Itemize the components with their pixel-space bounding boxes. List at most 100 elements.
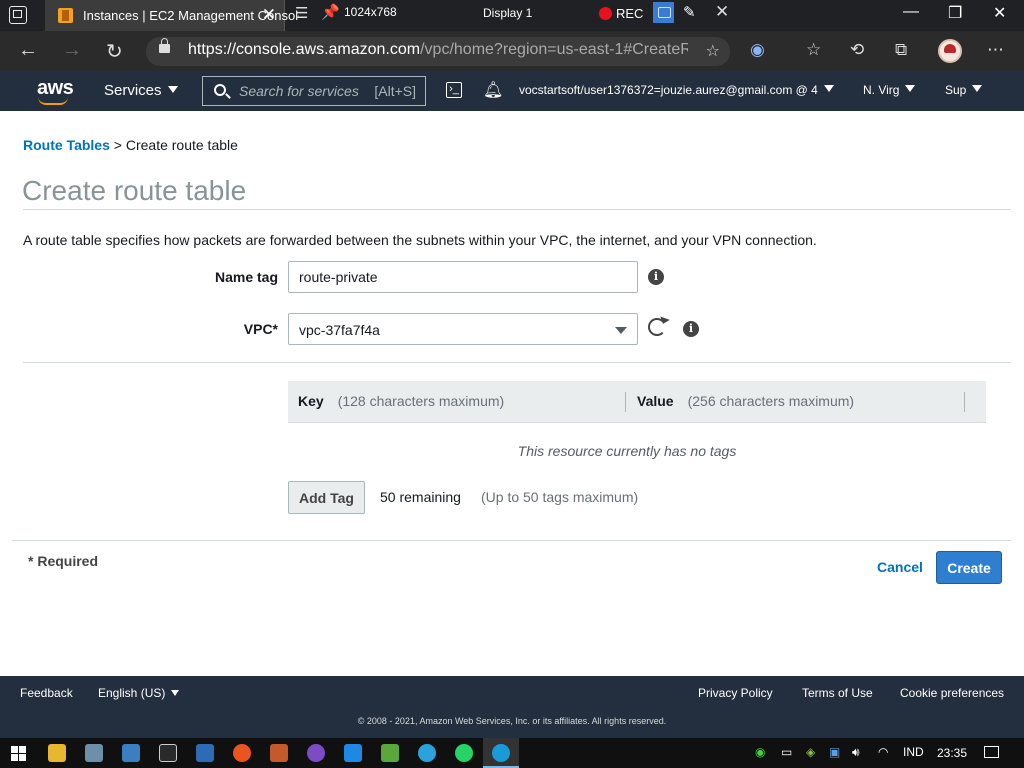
windows-start-icon[interactable]: [11, 746, 26, 761]
chevron-down-icon: [167, 86, 178, 93]
refresh-page-icon[interactable]: ↻: [106, 39, 123, 64]
breadcrumb-separator: >: [113, 137, 122, 153]
bell-icon[interactable]: 🔔︎: [483, 80, 503, 100]
vscode-icon[interactable]: [344, 744, 362, 762]
create-button[interactable]: Create: [936, 551, 1002, 584]
profile-avatar[interactable]: [938, 39, 962, 63]
page-description: A route table specifies how packets are …: [23, 232, 817, 248]
service-search[interactable]: Search for services [Alt+S]: [202, 76, 426, 106]
aws-smile-icon: [38, 97, 68, 105]
forward-icon[interactable]: →: [62, 39, 82, 62]
ubuntu-icon[interactable]: [233, 744, 251, 762]
telegram-icon[interactable]: [418, 744, 436, 762]
tab-actions-icon[interactable]: [9, 6, 27, 24]
language-select[interactable]: English (US): [98, 686, 180, 700]
battery-icon[interactable]: ▭: [781, 745, 792, 759]
github-icon[interactable]: [307, 744, 325, 762]
account-menu[interactable]: vocstartsoft/user1376372=jouzie.aurez@gm…: [519, 83, 834, 97]
recording-tray-icon[interactable]: ◉: [755, 745, 765, 759]
vpc-select[interactable]: vpc-37fa7f4a: [288, 313, 638, 345]
name-tag-label: Name tag: [214, 269, 278, 285]
menu-icon[interactable]: ☰: [295, 4, 308, 22]
history-icon[interactable]: ⟲: [850, 40, 864, 60]
minimize-icon[interactable]: —: [903, 3, 919, 21]
app-icon[interactable]: [85, 744, 103, 762]
recorder-display[interactable]: Display 1: [483, 6, 532, 20]
chevron-down-icon: [615, 327, 627, 334]
pin-icon[interactable]: 📌: [321, 3, 340, 21]
column-separator: [625, 392, 626, 412]
record-icon[interactable]: [599, 7, 612, 20]
recorder-close-icon[interactable]: ✕: [715, 2, 729, 22]
actions-divider: [12, 540, 1011, 541]
input-language[interactable]: IND: [903, 745, 924, 759]
tags-max-note: (Up to 50 tags maximum): [481, 489, 639, 505]
title-divider: [23, 209, 1011, 210]
file-explorer-icon[interactable]: [48, 744, 66, 762]
wifi-icon[interactable]: ◠: [878, 745, 888, 759]
git-icon[interactable]: [270, 744, 288, 762]
support-menu[interactable]: Sup: [945, 83, 983, 97]
tray-app-icon[interactable]: ▣: [829, 745, 840, 759]
camera-icon[interactable]: [653, 2, 674, 23]
cloudshell-icon[interactable]: ›_: [446, 82, 462, 98]
aws-favicon-icon: [58, 8, 73, 23]
browser-tab[interactable]: Instances | EC2 Management Console ✕: [45, 0, 299, 31]
breadcrumb: Route Tables > Create route table: [23, 137, 238, 153]
vpc-select-value: vpc-37fa7f4a: [299, 322, 380, 338]
clock[interactable]: 23:35: [937, 746, 967, 760]
more-options-icon[interactable]: ⋯: [987, 40, 1004, 60]
node-icon[interactable]: [381, 744, 399, 762]
breadcrumb-current: Create route table: [125, 137, 238, 153]
windows-taskbar: ◉ ▭ ◈ ▣ 🔊︎ ◠ IND 23:35: [0, 738, 1024, 768]
edge-icon[interactable]: [492, 744, 510, 762]
lock-icon[interactable]: [159, 38, 170, 53]
aws-header: aws Services Search for services [Alt+S]…: [0, 71, 1024, 111]
search-shortcut: [Alt+S]: [374, 83, 416, 99]
tags-remaining: 50 remaining: [380, 489, 461, 505]
tray-app-icon[interactable]: ◈: [806, 745, 815, 759]
address-bar[interactable]: https://console.aws.amazon.com/vpc/home?…: [146, 37, 730, 66]
cancel-button[interactable]: Cancel: [877, 559, 923, 575]
terms-link[interactable]: Terms of Use: [802, 686, 873, 700]
copyright: © 2008 - 2021, Amazon Web Services, Inc.…: [357, 716, 667, 726]
column-separator: [964, 392, 965, 412]
pen-icon[interactable]: ✎: [683, 3, 696, 21]
terminal-icon[interactable]: [159, 744, 177, 762]
key-column-header: Key (128 characters maximum): [298, 393, 505, 409]
services-menu[interactable]: Services: [104, 82, 178, 99]
aws-footer: Feedback English (US) Privacy Policy Ter…: [0, 676, 1024, 738]
back-icon[interactable]: ←: [18, 39, 38, 62]
extension-icon[interactable]: ◉: [750, 40, 765, 60]
refresh-vpc-icon[interactable]: [648, 318, 666, 336]
whatsapp-icon[interactable]: [455, 744, 473, 762]
breadcrumb-route-tables[interactable]: Route Tables: [23, 137, 110, 153]
search-placeholder: Search for services: [239, 83, 359, 99]
tags-empty-message: This resource currently has no tags: [517, 443, 737, 459]
browser-toolbar: ← → ↻ https://console.aws.amazon.com/vpc…: [0, 31, 1024, 71]
add-favorite-icon[interactable]: ☆: [706, 41, 720, 61]
privacy-link[interactable]: Privacy Policy: [698, 686, 773, 700]
url-text[interactable]: https://console.aws.amazon.com/vpc/home?…: [188, 41, 688, 59]
vpc-info-icon[interactable]: i: [683, 321, 699, 337]
feedback-link[interactable]: Feedback: [20, 686, 73, 700]
name-tag-info-icon[interactable]: i: [648, 269, 664, 285]
collections-icon[interactable]: ⧉: [895, 40, 907, 60]
chevron-down-icon: [171, 690, 180, 696]
browser-tab-bar: Instances | EC2 Management Console ✕ ☰ 📌…: [0, 0, 1024, 31]
recorder-rec-label[interactable]: REC: [616, 6, 643, 21]
app-icon[interactable]: [122, 744, 140, 762]
notification-icon[interactable]: [984, 746, 999, 758]
volume-icon[interactable]: 🔊︎: [852, 745, 860, 760]
tab-close-icon[interactable]: ✕: [262, 5, 276, 25]
add-tag-button[interactable]: Add Tag: [288, 481, 365, 514]
recorder-resolution: 1024x768: [344, 5, 397, 19]
name-tag-input[interactable]: [288, 261, 638, 293]
favorites-icon[interactable]: ☆: [806, 40, 821, 60]
screen-recorder-toolbar: ☰ 📌 1024x768 Display 1 REC ✎ ✕: [285, 0, 740, 31]
region-menu[interactable]: N. Virg: [863, 83, 916, 97]
restore-icon[interactable]: ❐: [948, 3, 962, 23]
cookie-preferences-link[interactable]: Cookie preferences: [900, 686, 1004, 700]
powershell-icon[interactable]: [196, 744, 214, 762]
window-close-icon[interactable]: ✕: [993, 3, 1006, 23]
